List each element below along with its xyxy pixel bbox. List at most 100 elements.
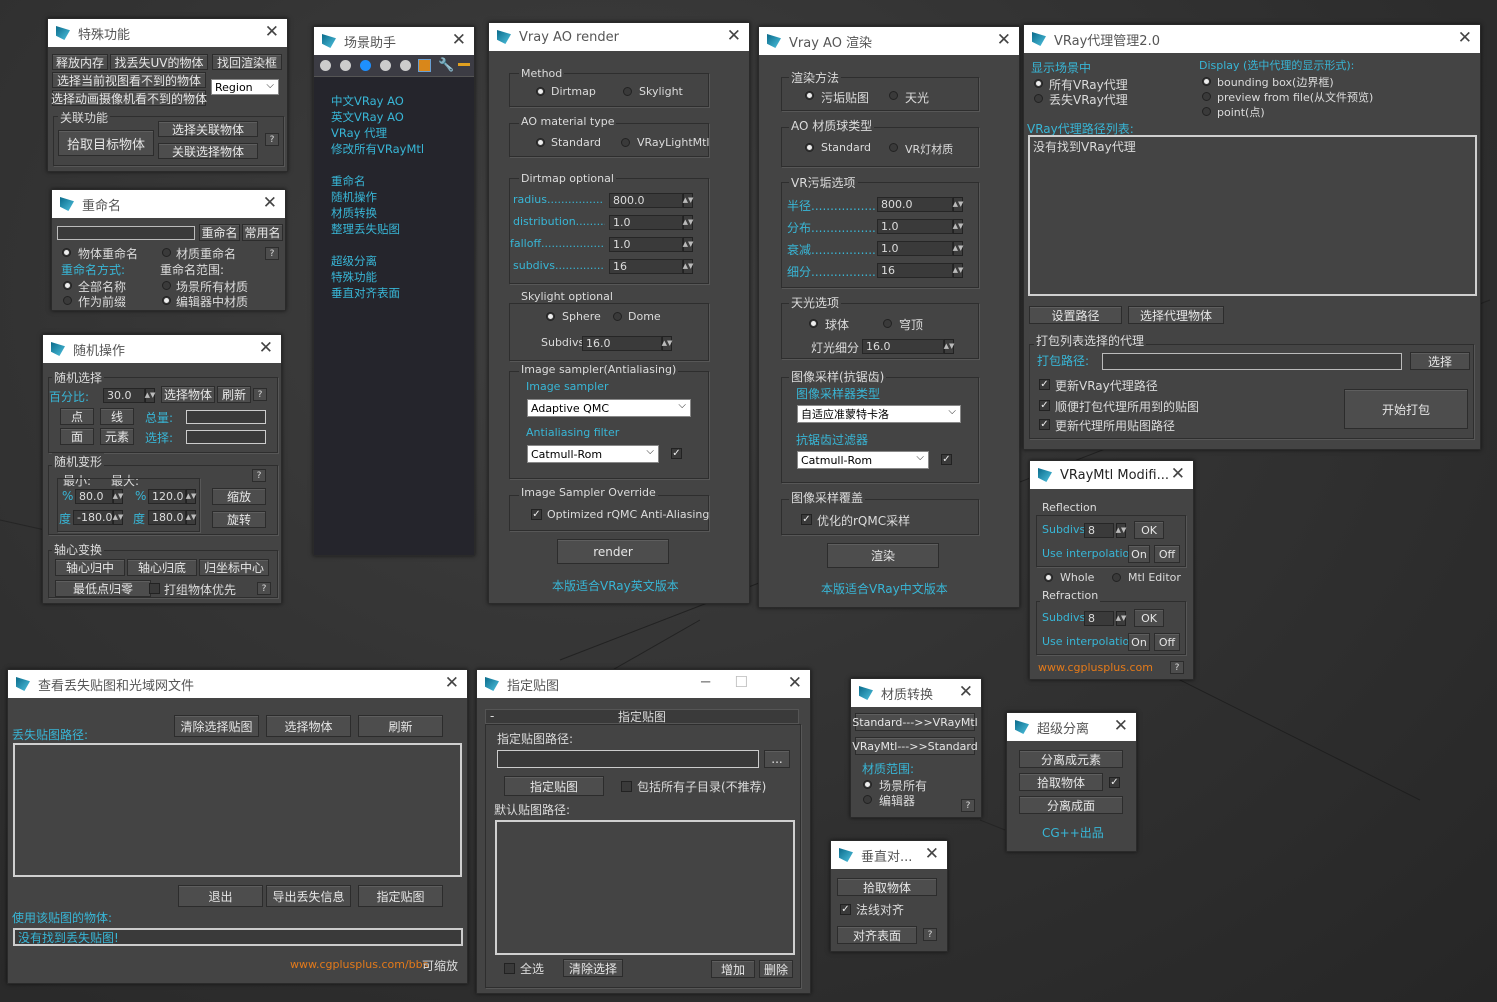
pack-maps-checkbox[interactable]: ✓ xyxy=(1039,400,1050,411)
link-modify-vraymtl[interactable]: 修改所有VRayMtl xyxy=(331,141,424,157)
delete-button[interactable]: 删除 xyxy=(759,960,793,978)
refr-subdivs-spinner[interactable]: ▲▼ xyxy=(1116,611,1126,626)
prefix-radio[interactable] xyxy=(63,296,72,305)
update-map-path-checkbox[interactable]: ✓ xyxy=(1039,419,1050,430)
close-icon[interactable]: ✕ xyxy=(452,30,466,50)
select-objects-button[interactable]: 选择物体 xyxy=(161,386,215,403)
close-icon[interactable]: ✕ xyxy=(1114,716,1128,736)
scene-all-radio[interactable] xyxy=(863,780,872,789)
missing-path-list[interactable] xyxy=(13,743,462,877)
assign-map-button[interactable]: 指定贴图 xyxy=(358,885,443,907)
falloff-spinner[interactable]: ▲▼ xyxy=(953,241,963,256)
falloff-input[interactable]: 1.0 xyxy=(877,241,953,256)
render-button[interactable]: 渲染 xyxy=(827,543,939,568)
light-subdivs-input[interactable]: 16.0 xyxy=(862,339,944,354)
refl-on-button[interactable]: On xyxy=(1128,545,1150,563)
point-radio[interactable] xyxy=(1202,107,1211,116)
scale-max-input[interactable]: 120.0 xyxy=(148,489,186,504)
help-button-3[interactable]: ? xyxy=(257,582,271,595)
editor-radio[interactable] xyxy=(863,795,872,804)
group-first-checkbox[interactable] xyxy=(149,583,160,594)
pivot-world-button[interactable]: 归坐标中心 xyxy=(199,559,269,576)
help-button[interactable]: ? xyxy=(265,133,279,146)
browse-button[interactable]: 选择 xyxy=(1410,352,1470,370)
pick-object-button[interactable]: 拾取物体 xyxy=(1019,773,1103,791)
link-rename[interactable]: 重命名 xyxy=(331,173,424,189)
help-button[interactable]: ? xyxy=(253,388,267,401)
clear-selection-button[interactable]: 清除选择 xyxy=(563,959,623,977)
radius-spinner[interactable]: ▲▼ xyxy=(683,193,693,208)
refr-subdivs-input[interactable]: 8 xyxy=(1084,611,1114,626)
export-missing-button[interactable]: 导出丢失信息 xyxy=(266,885,351,907)
link-select-button[interactable]: 关联选择物体 xyxy=(158,143,258,159)
normal-align-checkbox[interactable]: ✓ xyxy=(840,904,851,915)
proxy-path-list[interactable]: 没有找到VRay代理 xyxy=(1028,135,1477,296)
rqmc-checkbox[interactable]: ✓ xyxy=(801,514,812,525)
pick-object-checkbox[interactable]: ✓ xyxy=(1109,777,1120,788)
aa-filter-select[interactable]: Catmull-Rom ⌵ xyxy=(797,451,929,469)
assign-path-input[interactable] xyxy=(497,750,759,768)
restore-render-frame-button[interactable]: 找回渲染框 xyxy=(212,54,282,70)
scale-max-spinner[interactable]: ▲▼ xyxy=(186,489,196,504)
whole-radio[interactable] xyxy=(1044,573,1053,582)
bbox-radio[interactable] xyxy=(1202,77,1211,86)
link-vray-proxy[interactable]: VRay 代理 xyxy=(331,125,424,141)
standard-radio[interactable] xyxy=(805,143,814,152)
help-button-2[interactable]: ? xyxy=(252,469,266,482)
dome-radio[interactable] xyxy=(883,319,892,328)
pivot-center-button[interactable]: 轴心归中 xyxy=(55,559,125,576)
link-en-vray-ao[interactable]: 英文VRay AO xyxy=(331,109,424,125)
minimize-icon[interactable]: ─ xyxy=(701,673,710,691)
maximize-icon[interactable]: ☐ xyxy=(735,673,748,691)
falloff-input[interactable]: 1.0 xyxy=(609,237,683,252)
exit-button[interactable]: 退出 xyxy=(178,885,263,907)
link-align-surface[interactable]: 垂直对齐表面 xyxy=(331,285,424,301)
material-rename-radio[interactable] xyxy=(162,248,171,257)
rotate-min-spinner[interactable]: ▲▼ xyxy=(113,510,123,525)
close-icon[interactable]: ✕ xyxy=(727,26,741,46)
render-button[interactable]: render xyxy=(557,539,669,564)
browse-button[interactable]: ... xyxy=(764,750,790,768)
vraylightmtl-radio[interactable] xyxy=(621,138,630,147)
scene-materials-radio[interactable] xyxy=(162,281,171,290)
refl-subdivs-spinner[interactable]: ▲▼ xyxy=(1116,523,1126,538)
vray-to-std-button[interactable]: VRayMtl--->>Standard xyxy=(852,737,978,755)
pick-object-button[interactable]: 拾取物体 xyxy=(837,878,937,896)
distribution-spinner[interactable]: ▲▼ xyxy=(953,219,963,234)
common-name-button[interactable]: 常用名 xyxy=(242,224,283,241)
select-proxy-button[interactable]: 选择代理物体 xyxy=(1128,306,1224,324)
add-button[interactable]: 增加 xyxy=(711,960,755,978)
distribution-input[interactable]: 1.0 xyxy=(877,219,953,234)
close-icon[interactable]: ✕ xyxy=(925,844,939,864)
refl-ok-button[interactable]: OK xyxy=(1134,521,1164,539)
find-missing-uv-button[interactable]: 找丢失UV的物体 xyxy=(110,54,208,70)
sky-subdivs-input[interactable]: 16.0 xyxy=(582,336,662,351)
sky-radio[interactable] xyxy=(889,91,898,100)
subdivs-input[interactable]: 16 xyxy=(877,263,953,278)
select-linked-button[interactable]: 选择关联物体 xyxy=(158,121,258,137)
subdivs-spinner[interactable]: ▲▼ xyxy=(953,263,963,278)
face-button[interactable]: 面 xyxy=(60,428,94,445)
subdivs-input[interactable]: 16 xyxy=(609,259,683,274)
falloff-spinner[interactable]: ▲▼ xyxy=(683,237,693,252)
help-button[interactable]: ? xyxy=(961,799,975,812)
calendar-icon[interactable] xyxy=(418,59,431,72)
distribution-input[interactable]: 1.0 xyxy=(609,215,683,230)
close-icon[interactable]: ✕ xyxy=(1458,28,1472,48)
light-subdivs-spinner[interactable]: ▲▼ xyxy=(944,339,954,354)
aa-filter-checkbox[interactable]: ✓ xyxy=(941,454,952,465)
close-icon[interactable]: ✕ xyxy=(959,682,973,702)
sphere-radio[interactable] xyxy=(546,312,555,321)
close-icon[interactable]: ✕ xyxy=(265,22,279,42)
circle-icon[interactable] xyxy=(400,60,411,71)
pick-target-button[interactable]: 拾取目标物体 xyxy=(58,130,154,156)
object-rename-radio[interactable] xyxy=(62,248,71,257)
update-proxy-path-checkbox[interactable]: ✓ xyxy=(1039,379,1050,390)
free-memory-button[interactable]: 释放内存 xyxy=(52,54,108,70)
refr-off-button[interactable]: Off xyxy=(1154,633,1180,651)
subdivs-spinner[interactable]: ▲▼ xyxy=(683,259,693,274)
rename-input[interactable] xyxy=(57,226,195,240)
select-invisible-camera-button[interactable]: 选择动画摄像机看不到的物体 xyxy=(51,90,207,106)
dirtmap-radio[interactable] xyxy=(536,87,545,96)
mtl-editor-radio[interactable] xyxy=(1112,573,1121,582)
